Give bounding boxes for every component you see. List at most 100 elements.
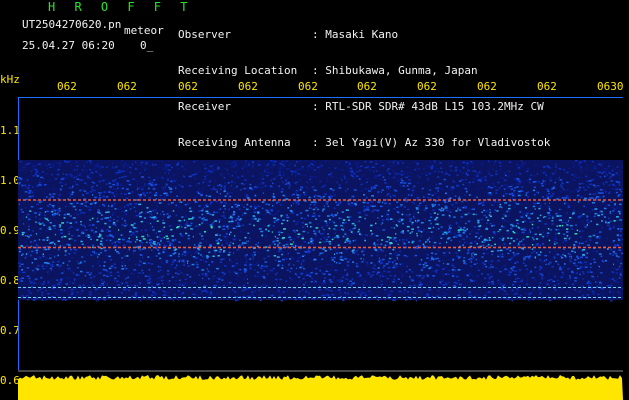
noise-pixel	[512, 252, 515, 254]
noise-pixel	[68, 227, 70, 230]
noise-pixel	[539, 214, 542, 217]
noise-pixel	[52, 193, 56, 195]
noise-pixel	[109, 274, 113, 277]
noise-pixel	[18, 288, 20, 291]
noise-pixel	[409, 275, 411, 278]
noise-pixel	[350, 202, 354, 204]
noise-pixel	[169, 177, 172, 179]
noise-pixel	[132, 233, 134, 235]
noise-pixel	[426, 293, 429, 295]
noise-pixel	[231, 219, 233, 222]
noise-pixel	[522, 244, 525, 246]
noise-pixel	[108, 226, 111, 228]
noise-pixel	[135, 243, 137, 246]
noise-pixel	[447, 288, 450, 290]
noise-pixel	[609, 191, 611, 193]
noise-pixel	[544, 276, 547, 279]
noise-pixel	[261, 183, 264, 185]
noise-pixel	[599, 210, 601, 213]
noise-pixel	[347, 268, 349, 270]
x-tick-label: 062	[178, 80, 198, 93]
noise-pixel	[377, 175, 380, 177]
y-tick-label: 0.8	[0, 274, 20, 287]
noise-pixel	[84, 182, 87, 185]
noise-pixel	[538, 289, 540, 291]
noise-pixel	[75, 160, 78, 162]
noise-pixel	[437, 190, 439, 192]
noise-pixel	[50, 292, 52, 294]
noise-pixel	[267, 230, 270, 232]
noise-pixel	[181, 284, 183, 286]
noise-pixel	[409, 220, 412, 222]
noise-pixel	[563, 218, 566, 220]
noise-pixel	[28, 195, 32, 198]
noise-pixel	[476, 266, 478, 269]
noise-pixel	[484, 179, 487, 181]
noise-pixel	[317, 223, 319, 225]
noise-pixel	[548, 299, 552, 302]
noise-pixel	[550, 167, 553, 169]
noise-pixel	[399, 263, 402, 266]
noise-pixel	[424, 218, 426, 220]
noise-pixel	[479, 224, 482, 227]
noise-pixel	[285, 161, 287, 163]
noise-pixel	[139, 197, 142, 199]
noise-pixel	[453, 269, 457, 272]
noise-pixel	[102, 268, 105, 271]
noise-pixel	[349, 217, 353, 219]
noise-pixel	[52, 263, 54, 266]
noise-pixel	[481, 256, 484, 258]
noise-pixel	[291, 173, 293, 175]
noise-pixel	[462, 258, 465, 260]
noise-pixel	[179, 233, 182, 235]
noise-pixel	[469, 294, 472, 297]
noise-pixel	[72, 205, 76, 208]
noise-pixel	[531, 290, 534, 293]
noise-pixel	[508, 215, 511, 217]
noise-pixel	[545, 263, 547, 266]
noise-pixel	[24, 235, 27, 237]
noise-pixel	[499, 209, 501, 211]
noise-pixel	[490, 266, 492, 268]
noise-pixel	[157, 276, 161, 279]
noise-pixel	[435, 216, 439, 219]
noise-pixel	[374, 244, 377, 247]
noise-pixel	[345, 209, 349, 211]
noise-pixel	[314, 189, 316, 192]
noise-pixel	[595, 242, 599, 244]
noise-pixel	[365, 205, 368, 207]
noise-pixel	[79, 293, 82, 295]
noise-pixel	[163, 244, 166, 247]
noise-pixel	[594, 167, 596, 169]
noise-pixel	[276, 240, 279, 242]
noise-pixel	[200, 209, 204, 212]
noise-pixel	[529, 221, 532, 223]
noise-pixel	[439, 283, 441, 285]
noise-pixel	[307, 242, 310, 244]
noise-pixel	[317, 195, 320, 197]
noise-pixel	[234, 187, 237, 189]
noise-pixel	[237, 223, 240, 225]
noise-pixel	[267, 255, 270, 258]
value-location: : Shibukawa, Gunma, Japan	[312, 64, 478, 77]
noise-pixel	[340, 278, 342, 281]
noise-pixel	[349, 242, 351, 244]
noise-pixel	[522, 213, 525, 215]
noise-pixel	[484, 292, 487, 294]
noise-pixel	[310, 181, 313, 184]
noise-pixel	[365, 178, 369, 180]
noise-pixel	[74, 239, 77, 242]
noise-pixel	[118, 177, 121, 179]
noise-pixel	[118, 229, 120, 231]
noise-pixel	[180, 264, 182, 266]
noise-pixel	[205, 222, 208, 224]
noise-pixel	[273, 221, 276, 223]
noise-pixel	[284, 195, 287, 198]
noise-pixel	[310, 201, 314, 203]
noise-pixel	[393, 227, 395, 229]
noise-pixel	[394, 164, 396, 167]
noise-pixel	[100, 279, 103, 281]
noise-pixel	[477, 275, 479, 278]
noise-pixel	[46, 210, 49, 213]
noise-pixel	[620, 262, 622, 265]
